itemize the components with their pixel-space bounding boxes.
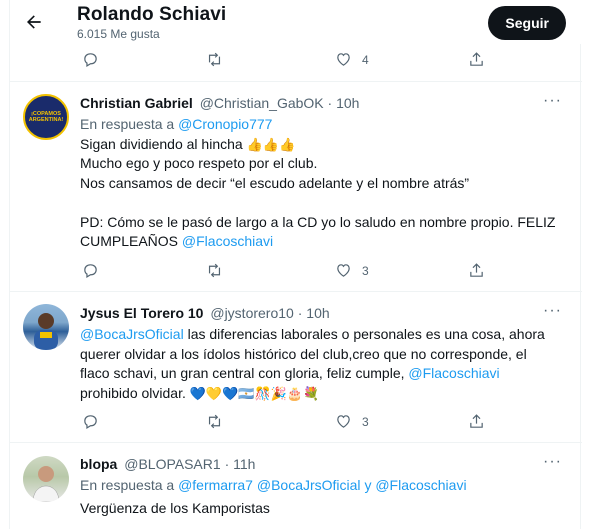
avatar[interactable]: [23, 304, 69, 350]
tweet-time[interactable]: 10h: [336, 95, 359, 111]
meta-separator: ·: [224, 456, 230, 472]
reply-icon: [84, 264, 97, 278]
reply-mention[interactable]: @BocaJrsOficial: [257, 477, 361, 493]
profile-name: Rolando Schiavi: [77, 4, 227, 25]
like-icon: [337, 264, 350, 277]
share-button[interactable]: [468, 51, 485, 68]
likes-count: 6.015 Me gusta: [77, 27, 160, 41]
text-segment: prohibido olvidar.: [80, 385, 186, 401]
retweet-button[interactable]: [206, 262, 223, 279]
tweet-text-line: @BocaJrsOficial las diferencias laborale…: [80, 325, 545, 344]
author-handle[interactable]: @BLOPASAR1: [124, 456, 220, 472]
avatar[interactable]: ¡COPAMOS ARGENTINA!: [23, 94, 69, 140]
tweet-text-line: Mucho ego y poco respeto por el club.: [80, 155, 318, 171]
avatar-image: [34, 313, 58, 350]
tweet-text-line: PD: Cómo se le pasó de largo a la CD yo …: [80, 214, 556, 230]
avatar-image: [32, 466, 60, 502]
like-button[interactable]: 3: [335, 262, 369, 279]
reply-prefix: En respuesta a: [80, 477, 175, 493]
avatar-badge-text: ¡COPAMOS ARGENTINA!: [28, 111, 64, 123]
tweet-blopa[interactable]: blopa @BLOPASAR1 · 11h ··· En respuesta …: [10, 443, 582, 529]
like-button[interactable]: 4: [335, 51, 369, 68]
like-button[interactable]: 3: [335, 413, 369, 430]
tweet-time[interactable]: 10h: [306, 305, 329, 321]
reply-mention[interactable]: @Flacoschiavi: [375, 477, 466, 493]
tweet-text-line: Nos cansamos de decir “el escudo adelant…: [80, 175, 470, 191]
reply-button[interactable]: [82, 413, 99, 430]
reply-context: En respuesta a @fermarra7 @BocaJrsOficia…: [80, 476, 467, 495]
conversation-column: Rolando Schiavi 6.015 Me gusta Seguir 4 …: [9, 0, 582, 529]
share-icon: [470, 52, 483, 66]
reply-icon: [84, 415, 97, 429]
more-icon[interactable]: ···: [543, 302, 562, 320]
more-icon[interactable]: ···: [543, 453, 562, 471]
like-icon: [337, 415, 350, 428]
mention-link[interactable]: @Flacoschiavi: [182, 233, 273, 249]
retweet-icon: [208, 414, 221, 429]
tweet-meta: Christian Gabriel @Christian_GabOK · 10h: [80, 95, 359, 111]
tweet-text-line: Vergüenza de los Kamporistas: [80, 500, 270, 516]
mention-link[interactable]: @BocaJrsOficial: [80, 326, 184, 342]
meta-separator: ·: [297, 305, 303, 321]
reply-button[interactable]: [82, 262, 99, 279]
tweet-text-line: prohibido olvidar. 💙💛💙🇦🇷🎊🎉🎂💐: [80, 384, 319, 404]
text-segment: CUMPLEAÑOS: [80, 233, 179, 249]
emoji-sequence: 💙💛💙🇦🇷🎊🎉🎂💐: [189, 387, 320, 402]
tweet-christian[interactable]: ¡COPAMOS ARGENTINA! Christian Gabriel @C…: [10, 82, 582, 291]
retweet-icon: [208, 52, 221, 67]
author-handle[interactable]: @Christian_GabOK: [200, 95, 324, 111]
profile-header: Rolando Schiavi 6.015 Me gusta Seguir: [10, 0, 582, 44]
tweet-text-line: Sigan dividiendo al hincha 👍👍👍: [80, 135, 295, 155]
like-count: 4: [362, 52, 369, 67]
author-name[interactable]: blopa: [80, 456, 117, 472]
retweet-button[interactable]: [206, 51, 223, 68]
reply-context: En respuesta a @Cronopio777: [80, 115, 272, 134]
retweet-icon: [208, 263, 221, 278]
reply-mention[interactable]: @fermarra7: [178, 477, 253, 493]
tweet-meta: Jysus El Torero 10 @jystorero10 · 10h: [80, 305, 330, 321]
author-handle[interactable]: @jystorero10: [210, 305, 293, 321]
more-icon[interactable]: ···: [543, 92, 562, 110]
like-icon: [337, 53, 350, 66]
reply-and-word: y: [364, 477, 372, 493]
back-button[interactable]: [20, 8, 48, 36]
share-icon: [470, 414, 483, 428]
back-arrow-icon: [27, 15, 41, 29]
avatar[interactable]: [23, 456, 69, 502]
reply-mention[interactable]: @Cronopio777: [178, 116, 272, 132]
tweet-text-line: querer olvidar a los ídolos histórico de…: [80, 346, 527, 362]
share-button[interactable]: [468, 262, 485, 279]
timeline-frame: Rolando Schiavi 6.015 Me gusta Seguir 4 …: [0, 0, 600, 529]
text-segment: flaco schavi, un gran central con gloria…: [80, 365, 405, 381]
reply-button[interactable]: [82, 51, 99, 68]
author-name[interactable]: Christian Gabriel: [80, 95, 193, 111]
reply-icon: [84, 53, 97, 67]
tweet-text-line: flaco schavi, un gran central con gloria…: [80, 364, 500, 383]
meta-separator: ·: [327, 95, 333, 111]
reply-prefix: En respuesta a: [80, 116, 175, 132]
thumbs-up-emoji: 👍👍👍: [246, 138, 296, 153]
author-name[interactable]: Jysus El Torero 10: [80, 305, 203, 321]
text-segment: Sigan dividiendo al hincha: [80, 136, 243, 152]
share-button[interactable]: [468, 413, 485, 430]
tweet-meta: blopa @BLOPASAR1 · 11h: [80, 456, 255, 472]
retweet-button[interactable]: [206, 413, 223, 430]
text-segment: las diferencias laborales o personales e…: [187, 326, 545, 342]
tweet-jysus[interactable]: Jysus El Torero 10 @jystorero10 · 10h ··…: [10, 292, 582, 442]
mention-link[interactable]: @Flacoschiavi: [408, 365, 499, 381]
share-icon: [470, 263, 483, 277]
like-count: 3: [362, 263, 369, 278]
tweet-text-line: CUMPLEAÑOS @Flacoschiavi: [80, 232, 273, 251]
tweet-time[interactable]: 11h: [233, 456, 255, 472]
follow-button[interactable]: Seguir: [488, 6, 566, 40]
like-count: 3: [362, 414, 369, 429]
